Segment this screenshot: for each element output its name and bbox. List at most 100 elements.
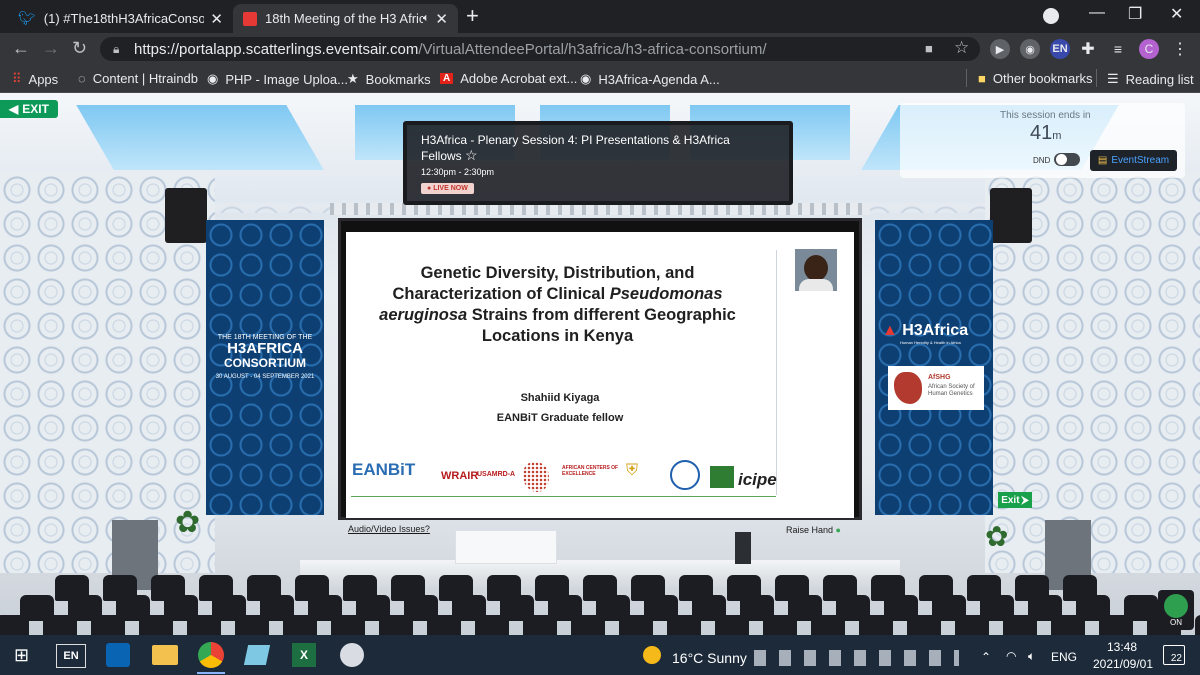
speaker-left [165, 188, 207, 243]
eventstream-icon: ▤ [1097, 155, 1108, 166]
reload-button[interactable]: ↻ [72, 38, 87, 59]
play-extension-icon[interactable]: ▶ [990, 39, 1010, 59]
back-button[interactable]: ← [12, 38, 30, 59]
language-extension-icon[interactable]: EN [1050, 39, 1070, 59]
file-explorer-icon[interactable] [152, 645, 178, 665]
av-issues-link[interactable]: Audio/Video Issues? [348, 524, 430, 534]
on-label: ON [1170, 618, 1182, 627]
slide-title-part: Characterization of Clinical [392, 285, 610, 303]
eventsair-icon [243, 11, 257, 26]
maximize-button[interactable]: ❐ [1128, 4, 1142, 24]
h3africa-tagline: Human Heredity & Health in Africa [900, 340, 961, 345]
bookmark-label: Reading list [1125, 71, 1194, 87]
dnd-label: DND [1033, 156, 1051, 165]
afshg-abbrev: AfSHG [928, 374, 951, 381]
keyboard-language[interactable]: ENG [1051, 650, 1077, 664]
presenter-video[interactable] [795, 249, 837, 291]
presenter-shirt [799, 279, 833, 291]
camera-blocked-icon[interactable]: ■ [925, 41, 933, 56]
other-bookmarks[interactable]: ■ Other bookmarks [978, 71, 1093, 86]
favorite-star-icon[interactable]: ☆ [465, 147, 478, 163]
bookmark-label: Other bookmarks [992, 71, 1093, 86]
tab-eventsair[interactable]: 18th Meeting of the H3 Afric 🔈︎ ✕ [233, 4, 458, 33]
icipe-logo: icipe [738, 470, 777, 489]
bookmark-apps[interactable]: ⠿ Apps [12, 71, 58, 87]
reading-list[interactable]: ☰ Reading list [1107, 71, 1194, 87]
bookmark-label: Bookmarks [365, 71, 431, 87]
profile-avatar[interactable]: C [1139, 39, 1159, 59]
tray-icons[interactable] [754, 650, 959, 666]
url-path: /VirtualAttendeePortal/h3africa/h3-afric… [418, 41, 767, 58]
bookmark-php[interactable]: ◉ PHP - Image Uploa... [207, 71, 348, 87]
exit-button[interactable]: ◀ EXIT [0, 100, 58, 118]
bookmark-htraindb[interactable]: ◌ Content | Htraindb [78, 71, 198, 86]
close-window-button[interactable]: ✕ [1170, 4, 1183, 24]
excel-icon[interactable]: X [292, 643, 316, 667]
paint-icon[interactable] [340, 643, 364, 667]
presenter-role: EANBiT Graduate fellow [496, 412, 624, 424]
bookmark-h3africa-agenda[interactable]: ◉ H3Africa-Agenda A... [580, 71, 720, 87]
lock-icon[interactable]: 🔒︎ [113, 42, 119, 57]
volume-icon[interactable]: 🔈︎ [1028, 649, 1035, 664]
sun-weather-icon[interactable] [643, 646, 661, 664]
dnd-toggle-knob [1056, 154, 1067, 165]
forward-button[interactable]: → [42, 38, 60, 59]
usamrd-logo: USAMRD-A [477, 471, 516, 478]
exit-arrow-icon: ◀ [9, 102, 19, 116]
slide-title-italic: aeruginosa [379, 306, 468, 324]
tab-search-button[interactable] [1043, 8, 1059, 24]
bookmark-acrobat[interactable]: A Adobe Acrobat ext... [440, 71, 577, 86]
presenter-desk [455, 530, 557, 564]
clock-time[interactable]: 13:48 [1097, 640, 1147, 654]
clock-date[interactable]: 2021/09/01 [1083, 657, 1163, 671]
banner-consortium: CONSORTIUM [224, 356, 306, 370]
close-tab-icon[interactable]: ✕ [435, 10, 448, 28]
extensions-puzzle-icon[interactable]: ✚ [1078, 39, 1098, 59]
bookmark-star-icon[interactable]: ☆ [954, 38, 969, 58]
tray-chevron-icon[interactable]: ⌃ [981, 650, 991, 664]
close-tab-icon[interactable]: ✕ [210, 10, 223, 28]
slide-title-italic: Pseudomonas [609, 285, 723, 303]
bookmark-label: Apps [28, 71, 59, 87]
afshg-logo: AfSHG African Society of Human Genetics [888, 366, 984, 410]
chrome-taskbar-icon[interactable] [198, 642, 224, 668]
bookmarks-divider [1096, 69, 1097, 87]
slide-title: Genetic Diversity, Distribution, and Cha… [360, 263, 755, 347]
mic-status-widget[interactable]: ON [1158, 590, 1194, 630]
dnd-toggle[interactable] [1054, 153, 1080, 166]
notepad-icon[interactable] [243, 645, 271, 665]
speaker-icon[interactable]: 🔈︎ [423, 12, 430, 25]
new-tab-button[interactable]: + [466, 5, 479, 27]
windows-start-icon[interactable]: ⊞ [14, 645, 29, 666]
weather-text[interactable]: 16°C Sunny [672, 650, 747, 666]
wifi-icon[interactable]: ◠ [1006, 649, 1016, 663]
chrome-menu-icon[interactable]: ⋮ [1170, 39, 1190, 59]
hand-icon: ● [835, 525, 841, 535]
left-banner-text: THE 18TH MEETING OF THE H3AFRICA CONSORT… [206, 334, 324, 380]
popout-icon[interactable]: ❐ [836, 237, 846, 250]
notifications-button[interactable]: 22 [1163, 645, 1185, 665]
eventstream-button[interactable]: ▤ EventStream [1090, 150, 1177, 171]
raise-hand-button[interactable]: Raise Hand ● [786, 525, 841, 535]
exit-sign[interactable]: Exit ⮞ [998, 492, 1032, 508]
input-language-button[interactable]: EN [56, 644, 86, 668]
camera-extension-icon[interactable]: ◉ [1020, 39, 1040, 59]
url-text[interactable]: https://portalapp.scatterlings.eventsair… [134, 41, 767, 58]
outlook-icon[interactable] [106, 643, 130, 667]
afshg-name: African Society of Human Genetics [928, 384, 975, 397]
wrair-logo: WRAIR [441, 470, 479, 482]
lectern [735, 532, 751, 564]
slide-footer-line [351, 496, 776, 497]
timer-unit: m [1052, 130, 1062, 142]
tab-title: (1) #The18thH3AfricaConsortium [43, 11, 205, 26]
africa-dots-icon [523, 462, 549, 492]
banner-h3africa: H3AFRICA [227, 340, 303, 357]
tab-twitter[interactable]: 🐦︎ (1) #The18thH3AfricaConsortium ✕ [8, 4, 233, 33]
bookmark-bookmarks[interactable]: ★ Bookmarks [347, 71, 431, 87]
minimize-button[interactable]: — [1089, 4, 1105, 22]
globe-icon: ◌ [78, 71, 86, 86]
url-host: https://portalapp.scatterlings.eventsair… [134, 41, 419, 58]
windows-taskbar [0, 635, 1200, 675]
media-control-icon[interactable]: ≡ [1108, 39, 1128, 59]
speaker-right [990, 188, 1032, 243]
